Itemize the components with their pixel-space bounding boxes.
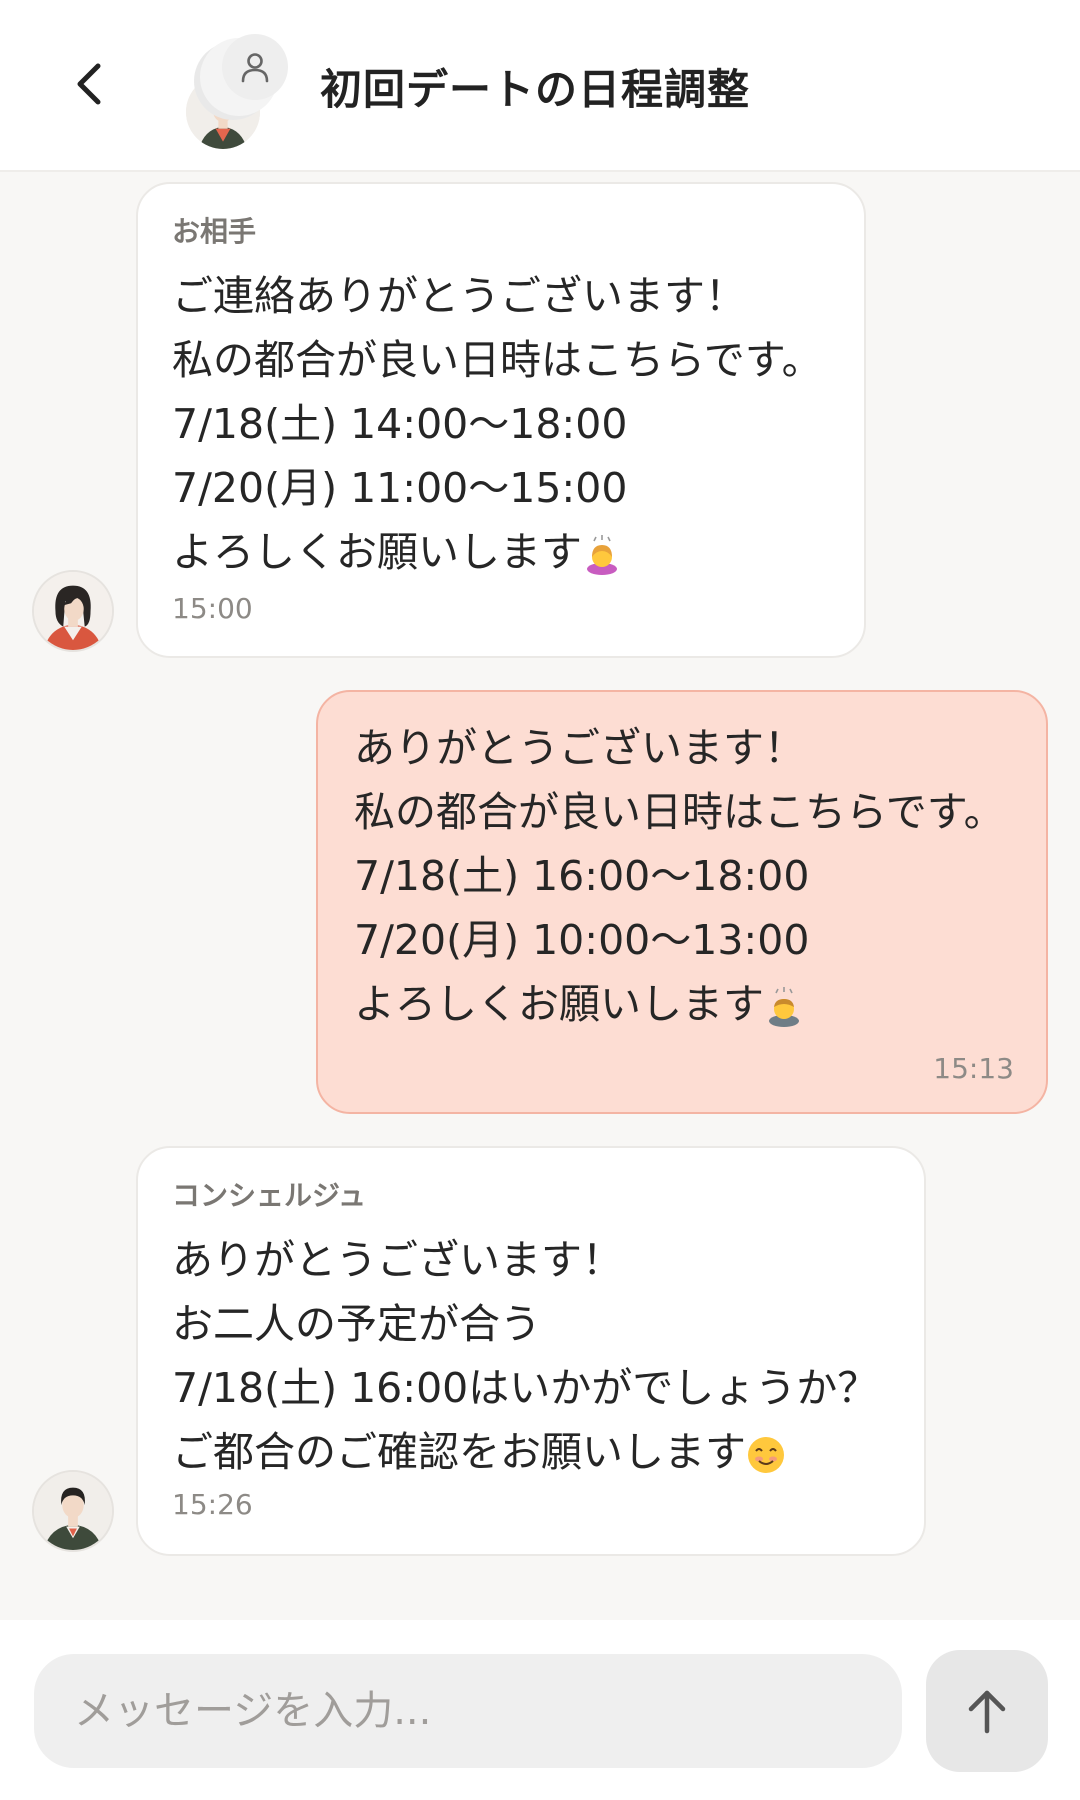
partner-avatar[interactable] (32, 570, 114, 652)
message-input[interactable] (34, 1654, 902, 1768)
back-button[interactable] (58, 52, 122, 116)
message-line: 7/20(月) 10:00〜13:00 (354, 916, 810, 964)
page-title: 初回デートの日程調整 (320, 65, 751, 114)
message-line: よろしくお願いします (172, 528, 582, 576)
message-line: ご連絡ありがとうございます！ (172, 272, 746, 320)
message-line: 7/18(土) 14:00〜18:00 (172, 400, 628, 448)
message-time: 15:00 (172, 592, 253, 625)
smiling-face-emoji (748, 1437, 784, 1473)
message-line: 7/18(土) 16:00〜18:00 (354, 852, 810, 900)
message-composer (0, 1620, 1080, 1800)
message-bubble-outgoing[interactable]: ありがとうございます！ 私の都合が良い日時はこちらです。 7/18(土) 16:… (316, 690, 1048, 1114)
chevron-left-icon (77, 63, 101, 105)
arrow-up-icon (968, 1690, 1006, 1734)
message-text: ありがとうございます！ お二人の予定が合う 7/18(土) 16:00はいかがで… (172, 1228, 878, 1484)
message-time: 15:26 (172, 1488, 253, 1521)
participants-avatar-group (178, 30, 298, 150)
message-line: よろしくお願いします (354, 980, 764, 1028)
message-bubble-partner[interactable]: お相手 ご連絡ありがとうございます！ 私の都合が良い日時はこちらです。 7/18… (136, 182, 866, 658)
message-line: ありがとうございます！ (172, 1236, 623, 1284)
message-bubble-concierge[interactable]: コンシェルジュ ありがとうございます！ お二人の予定が合う 7/18(土) 16… (136, 1146, 926, 1556)
message-line: 私の都合が良い日時はこちらです。 (354, 788, 1005, 836)
message-sender: お相手 (172, 215, 257, 248)
participant-avatar-placeholder (222, 34, 288, 100)
message-line: 私の都合が良い日時はこちらです。 (172, 336, 823, 384)
message-sender: コンシェルジュ (172, 1179, 367, 1212)
message-line: 7/18(土) 16:00はいかがでしょうか？ (172, 1364, 879, 1412)
send-button[interactable] (926, 1650, 1048, 1772)
message-text: ご連絡ありがとうございます！ 私の都合が良い日時はこちらです。 7/18(土) … (172, 264, 823, 584)
message-line: お二人の予定が合う (172, 1300, 541, 1348)
person-icon (241, 53, 269, 83)
message-line: ありがとうございます！ (354, 724, 805, 772)
message-text: ありがとうございます！ 私の都合が良い日時はこちらです。 7/18(土) 16:… (354, 716, 1005, 1036)
message-line: 7/20(月) 11:00〜15:00 (172, 464, 628, 512)
woman-bowing-emoji (587, 535, 617, 575)
man-bowing-emoji (769, 987, 799, 1027)
message-time: 15:13 (933, 1052, 1014, 1085)
concierge-avatar[interactable] (32, 1470, 114, 1552)
chat-header: 初回デートの日程調整 (0, 0, 1080, 172)
message-line: ご都合のご確認をお願いします (172, 1428, 746, 1476)
